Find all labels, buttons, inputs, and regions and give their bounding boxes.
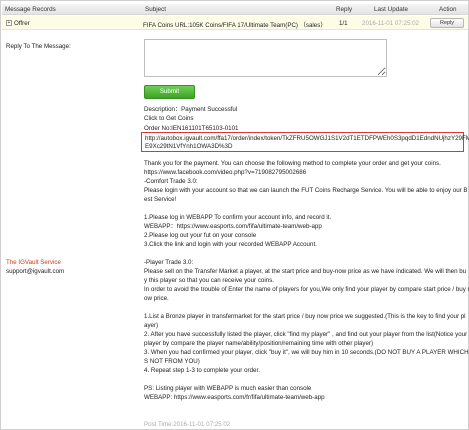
message-line: In order to avoid the trouble of Enter t… <box>144 286 469 293</box>
message-line: ow price. <box>144 295 169 302</box>
message-line: -Comfort Trade 3.0: <box>144 178 198 185</box>
message-line: ayer) <box>144 322 159 329</box>
col-action: Action <box>439 6 457 13</box>
record-type: Offrer <box>14 20 30 27</box>
message-line: PS: Listing player with WEBAPP is much e… <box>144 385 312 392</box>
message-line: player by compare the player name/abilit… <box>144 340 374 347</box>
message-line: Please sell on the Transfer Market a pla… <box>144 268 467 275</box>
sender-email: support@igvault.com <box>6 268 65 275</box>
message-line: Description：Payment Successful <box>144 106 238 113</box>
record-last-update: 2016-11-01 07:25:02 <box>362 20 419 27</box>
record-subject[interactable]: FIFA Coins URL:105K Coins/FIFA 17/Ultima… <box>143 20 327 29</box>
order-url-line-2[interactable]: E9Xc29tN1VfYnh1OWA3D%3D <box>145 142 232 151</box>
record-reply-count: 1/1 <box>339 20 348 27</box>
table-header: Message Records Subject Reply Last Updat… <box>2 4 468 15</box>
highlighted-url-box: http://autobox.igvault.com/ffa17/order/i… <box>141 132 469 152</box>
post-time: Post Time:2016-11-01 07:25:02 <box>144 421 231 428</box>
col-subject: Subject <box>145 6 167 13</box>
message-panel: Message Records Subject Reply Last Updat… <box>0 0 469 430</box>
facebook-video-link[interactable]: https://www.facebook.com/video.php?v=719… <box>144 168 464 177</box>
message-line: S NOT FROM YOU) <box>144 358 200 365</box>
message-line: 2.Please log out your fut on your consol… <box>144 232 257 239</box>
message-line: y this player so that you can receive yo… <box>144 277 275 284</box>
message-line: Thank you for the payment. You can choos… <box>144 160 441 167</box>
get-coins-link[interactable]: Click to Get Coins <box>144 114 464 123</box>
col-message-records: Message Records <box>5 6 56 13</box>
reply-button[interactable]: Reply <box>430 18 464 28</box>
message-line: 2. After you have successfully listed th… <box>144 331 468 338</box>
table-row[interactable]: + Offrer FIFA Coins URL:105K Coins/FIFA … <box>2 16 468 30</box>
sender-name: The IGVault Service <box>6 259 61 266</box>
message-line: Please login with your account so that w… <box>144 187 468 194</box>
reply-to-label: Reply To The Message: <box>6 43 71 50</box>
expand-icon[interactable]: + <box>6 20 12 26</box>
message-line: 3. When you had confirmed your player, c… <box>144 349 469 356</box>
webapp-link[interactable]: WEBAPP: https://www.easports.com/fr/fifa… <box>144 393 464 402</box>
message-line: est Service! <box>144 196 177 203</box>
message-line: 1.Please log in WEBAPP To confirm your a… <box>144 214 332 221</box>
message-line: -Player Trade 3.0: <box>144 259 194 266</box>
submit-button[interactable]: Submit <box>144 85 195 99</box>
col-last-update: Last Update <box>374 6 408 13</box>
reply-textarea[interactable] <box>144 39 387 77</box>
col-reply: Reply <box>336 6 353 13</box>
message-line: 4. Repeat step 1-3 to complete your orde… <box>144 367 260 374</box>
message-line: 3.Click the link and login with your rec… <box>144 241 317 248</box>
message-line: 1.List a Bronze player in transfermarket… <box>144 313 466 320</box>
webapp-link[interactable]: WEBAPP：https://www.easports.com/fifa/ult… <box>144 222 464 231</box>
